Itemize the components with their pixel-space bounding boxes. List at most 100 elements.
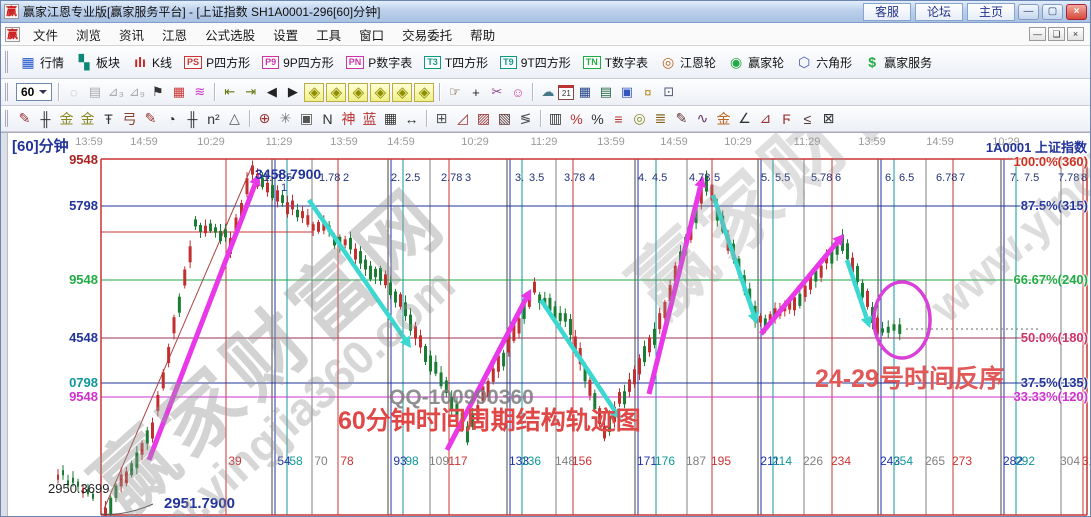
wave9-icon[interactable]: ⊿₉ [126, 82, 147, 102]
t-line-tool[interactable]: Ŧ [98, 109, 119, 129]
grid-lines-tool[interactable]: ╫ [35, 109, 56, 129]
winner-wheel-button[interactable]: ◉赢家轮 [722, 52, 790, 73]
pencil2-tool[interactable]: ✎ [140, 109, 161, 129]
gold-grid2-tool[interactable]: 金 [77, 109, 98, 129]
pencil-tool[interactable]: ✎ [14, 109, 35, 129]
close-button[interactable]: × [1066, 4, 1087, 20]
cycle-wave-tool[interactable]: ∿ [692, 109, 713, 129]
gann-diamond-query-button[interactable]: ◈ [326, 83, 346, 102]
9t-square-button[interactable]: T99T四方形 [494, 52, 577, 73]
child-minimize-button[interactable]: — [1029, 27, 1046, 41]
crosshair-tool-button[interactable]: + [465, 82, 486, 102]
gann-diamond-horizontal-button[interactable]: ◈ [348, 83, 368, 102]
last-bar-button[interactable]: ⇥ [240, 82, 261, 102]
gann-diamond-plus-button[interactable]: ◈ [414, 83, 434, 102]
quotes-button[interactable]: ▦行情 [14, 52, 70, 73]
hand-tool-button[interactable]: ☞ [444, 82, 465, 102]
t-number-table-button[interactable]: TNT数字表 [577, 52, 654, 73]
note-icon[interactable]: ▤ [84, 82, 105, 102]
kline-button[interactable]: ılıK线 [126, 52, 178, 73]
maximize-button[interactable]: ▢ [1042, 4, 1063, 20]
first-bar-button[interactable]: ⇤ [219, 82, 240, 102]
percent-tool[interactable]: % [566, 109, 587, 129]
gold-levels-tool[interactable]: ≣ [650, 109, 671, 129]
hatch-box-tool[interactable]: ▨ [473, 109, 494, 129]
scribble-icon[interactable]: ◌ [63, 82, 84, 102]
percent2-tool[interactable]: % [587, 109, 608, 129]
gold-grid-tool[interactable]: 金 [56, 109, 77, 129]
grid123-tool[interactable]: ▦ [380, 109, 401, 129]
forum-button[interactable]: 论坛 [915, 3, 963, 21]
annotate-tool[interactable]: ✎ [671, 109, 692, 129]
gann-diamond-star-button[interactable]: ◈ [392, 83, 412, 102]
grid2-tool[interactable]: ╫ [182, 109, 203, 129]
t-square-button[interactable]: T3T四方形 [418, 52, 494, 73]
printer-tool-button[interactable]: ⊡ [658, 82, 679, 102]
face-tool-button[interactable]: ☺ [507, 82, 528, 102]
color-levels-icon[interactable]: ≋ [189, 82, 210, 102]
menu-item-4[interactable]: 公式选股 [196, 23, 264, 46]
menu-item-3[interactable]: 江恩 [153, 23, 196, 46]
clock-circle-tool[interactable]: ◔ [161, 109, 182, 129]
p-square-button[interactable]: PSP四方形 [178, 52, 256, 73]
hexagon-button[interactable]: ⬡六角形 [790, 52, 858, 73]
width-measure-tool[interactable]: ↔ [401, 109, 422, 129]
menu-item-8[interactable]: 交易委托 [393, 23, 461, 46]
bow-tool[interactable]: 弓 [119, 109, 140, 129]
money-tool-button[interactable]: ¤ [637, 82, 658, 102]
calculator-tool-button[interactable]: ▦ [574, 82, 595, 102]
close-box-tool[interactable]: ⊠ [818, 109, 839, 129]
child-close-button[interactable]: × [1067, 27, 1084, 41]
menu-item-1[interactable]: 浏览 [67, 23, 110, 46]
calendar-tool-button[interactable]: 21 [558, 85, 574, 100]
customer-service-button[interactable]: 客服 [863, 3, 911, 21]
next-bar-button[interactable]: ▶ [282, 82, 303, 102]
speed-line-tool[interactable]: ≤ [797, 109, 818, 129]
window-grid-tool[interactable]: ⊞ [431, 109, 452, 129]
menu-item-0[interactable]: 文件 [24, 23, 67, 46]
angle-tool[interactable]: △ [224, 109, 245, 129]
zigzag-lines-tool[interactable]: ≶ [515, 109, 536, 129]
save-tool-button[interactable]: ▣ [616, 82, 637, 102]
menu-item-7[interactable]: 窗口 [350, 23, 393, 46]
gann-diamond-cross-button[interactable]: ◈ [370, 83, 390, 102]
gold-text-tool[interactable]: 金 [713, 109, 734, 129]
hatch-box2-tool[interactable]: ▧ [494, 109, 515, 129]
angle-line-tool[interactable]: ∠ [734, 109, 755, 129]
box-grid-tool[interactable]: ▣ [296, 109, 317, 129]
home-button[interactable]: 主页 [967, 3, 1015, 21]
n-square-tool[interactable]: n² [203, 109, 224, 129]
gann-circle-tool[interactable]: ⊕ [254, 109, 275, 129]
menu-item-2[interactable]: 资讯 [110, 23, 153, 46]
lan-tool[interactable]: 蓝 [359, 109, 380, 129]
f-angle-tool[interactable]: Ϝ [776, 109, 797, 129]
p-number-table-button[interactable]: PNP数字表 [340, 52, 419, 73]
winner-service-button[interactable]: $赢家服务 [858, 52, 938, 73]
notebook-tool-button[interactable]: ▤ [595, 82, 616, 102]
prev-bar-button[interactable]: ◀ [261, 82, 282, 102]
flag-marker-icon[interactable]: ⚑ [147, 82, 168, 102]
minimize-button[interactable]: — [1018, 4, 1039, 20]
price-chart[interactable]: 1.1.51.7822.2.52.7833.3.53.7844.4.54.785… [1, 133, 1090, 517]
wave3-icon[interactable]: ⊿₃ [105, 82, 126, 102]
menu-item-9[interactable]: 帮助 [461, 23, 504, 46]
9p-square-button[interactable]: P99P四方形 [256, 52, 340, 73]
gold-circle-tool[interactable]: ◎ [629, 109, 650, 129]
triangle-tool[interactable]: ⊿ [755, 109, 776, 129]
column-grid-tool[interactable]: ▥ [545, 109, 566, 129]
menu-item-6[interactable]: 工具 [307, 23, 350, 46]
red-square-chart-icon[interactable]: ▦ [168, 82, 189, 102]
levels-tool[interactable]: ≡ [608, 109, 629, 129]
wave-mark-tool[interactable]: Ν [317, 109, 338, 129]
period-select[interactable]: 60 [16, 83, 52, 101]
fan-lines-tool[interactable]: ◿ [452, 109, 473, 129]
mind-tool-button[interactable]: ☁ [537, 82, 558, 102]
cut-tool-button[interactable]: ✂ [486, 82, 507, 102]
child-restore-button[interactable]: ❏ [1048, 27, 1065, 41]
shen-tool[interactable]: 神 [338, 109, 359, 129]
gann-diamond-left-button[interactable]: ◈ [304, 83, 324, 102]
gann-wheel-button[interactable]: ◎江恩轮 [654, 52, 722, 73]
star-burst-tool[interactable]: ✳ [275, 109, 296, 129]
menu-item-5[interactable]: 设置 [264, 23, 307, 46]
sectors-button[interactable]: ▚板块 [70, 52, 126, 73]
